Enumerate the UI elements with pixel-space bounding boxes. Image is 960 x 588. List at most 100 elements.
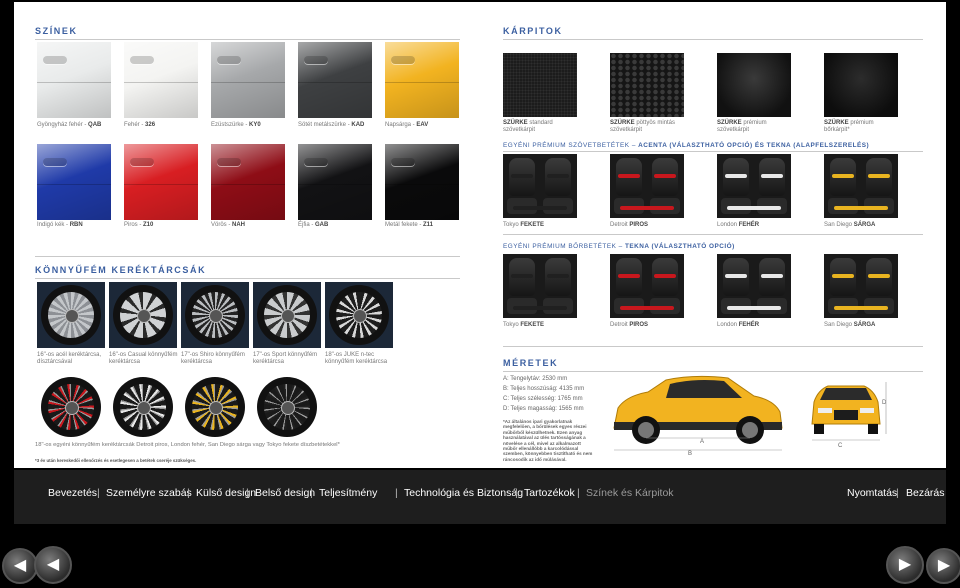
swatch-highlight bbox=[385, 42, 459, 118]
prev-page-arrow-icon[interactable]: ◀ bbox=[34, 546, 72, 584]
accent-city: Detroit bbox=[610, 222, 630, 228]
fabric-color: SZÜRKE bbox=[610, 120, 635, 126]
wheel-photo[interactable] bbox=[253, 282, 321, 348]
wheel-type: keréktárcsa bbox=[253, 359, 285, 365]
seat-accent bbox=[511, 174, 533, 178]
premium-leather-title-lead: EGYÉNI PRÉMIUM BŐRBETÉTEK – bbox=[503, 243, 625, 250]
door-handle-icon bbox=[217, 56, 241, 64]
fabric-label: SZÜRKE prémium bőrkárpit* bbox=[824, 120, 874, 134]
wheel-hub bbox=[137, 401, 151, 415]
paint-swatch[interactable] bbox=[211, 42, 285, 118]
wheel-photo[interactable] bbox=[325, 282, 393, 348]
paint-swatch[interactable] bbox=[37, 42, 111, 118]
accent-color: FEHÉR bbox=[738, 222, 760, 228]
paint-swatch[interactable] bbox=[124, 144, 198, 220]
swatch-door-line bbox=[385, 184, 459, 185]
door-handle-icon bbox=[304, 158, 328, 166]
nav-separator: | bbox=[395, 487, 398, 499]
swatch-door-line bbox=[298, 184, 372, 185]
nav-item[interactable]: Teljesítmény bbox=[319, 487, 377, 499]
seat-photo[interactable] bbox=[717, 154, 791, 218]
wheel-name: 17"-os Shiro könnyűfém bbox=[181, 352, 245, 358]
seat-accent bbox=[654, 274, 676, 278]
colors-title: SZÍNEK bbox=[35, 26, 78, 36]
paint-name: Fehér - bbox=[124, 122, 146, 128]
nav-item[interactable]: Bevezetés bbox=[48, 487, 97, 499]
paint-code: 326 bbox=[145, 122, 156, 128]
seat-photo[interactable] bbox=[610, 254, 684, 318]
paint-swatch[interactable] bbox=[385, 42, 459, 118]
dimension-row: C: Teljes szélesség: 1765 mm bbox=[503, 396, 583, 402]
seat-accent bbox=[725, 174, 747, 178]
accent-label: Detroit PIROS bbox=[610, 222, 648, 229]
wheel-label: 16"-os acél keréktárcsa, dísztárcsával bbox=[37, 352, 101, 366]
custom-wheel-photo[interactable] bbox=[253, 374, 321, 440]
close-link[interactable]: Bezárás bbox=[906, 487, 945, 499]
paint-swatch[interactable] bbox=[124, 42, 198, 118]
paint-swatch-label: Metál fekete - Z11 bbox=[385, 222, 433, 229]
seat-photo[interactable] bbox=[824, 254, 898, 318]
paint-swatch[interactable] bbox=[37, 144, 111, 220]
wheel-name: 16"-os acél keréktárcsa, bbox=[37, 352, 102, 358]
fabric-label: SZÜRKE standard szövetkárpit bbox=[503, 120, 553, 134]
door-handle-icon bbox=[217, 158, 241, 166]
paint-swatch-label: Vörös - NAH bbox=[211, 222, 245, 229]
fabric-color: SZÜRKE bbox=[503, 120, 528, 126]
nav-item[interactable]: Tartozékok bbox=[524, 487, 575, 499]
swatch-highlight bbox=[124, 42, 198, 118]
seat-photo[interactable] bbox=[717, 254, 791, 318]
swatch-door-line bbox=[37, 82, 111, 83]
fabric-sample[interactable] bbox=[824, 53, 898, 117]
paint-swatch[interactable] bbox=[385, 144, 459, 220]
paint-code: NAH bbox=[232, 222, 246, 228]
dimension-note: *Az általános ipari gyakorlatnak megfele… bbox=[503, 419, 593, 462]
wheel-hub bbox=[281, 401, 295, 415]
paint-swatch[interactable] bbox=[211, 144, 285, 220]
first-page-arrow-icon[interactable]: ◀ bbox=[2, 548, 38, 584]
fabric-kind: prémium bbox=[741, 120, 767, 126]
paint-swatch-label: Gyöngyház fehér - QAB bbox=[37, 122, 101, 129]
wheel-photo[interactable] bbox=[37, 282, 105, 348]
swatch-highlight bbox=[37, 42, 111, 118]
paint-code: EAV bbox=[416, 122, 429, 128]
swatch-highlight bbox=[385, 144, 459, 220]
custom-wheel-photo[interactable] bbox=[109, 374, 177, 440]
nav-item[interactable]: Technológia és Biztonság bbox=[404, 487, 523, 499]
accent-city: London bbox=[717, 322, 739, 328]
paint-swatch-label: Indigó kék - RBN bbox=[37, 222, 83, 229]
nav-item[interactable]: Személyre szabás bbox=[106, 487, 192, 499]
swatch-highlight bbox=[298, 144, 372, 220]
seat-accent bbox=[834, 206, 888, 210]
print-link[interactable]: Nyomtatás bbox=[847, 487, 897, 499]
paint-swatch[interactable] bbox=[298, 42, 372, 118]
custom-wheel-photo[interactable] bbox=[181, 374, 249, 440]
fabric-sample[interactable] bbox=[610, 53, 684, 117]
dimension-row: B: Teljes hosszúság: 4135 mm bbox=[503, 386, 584, 392]
seat-photo[interactable] bbox=[503, 254, 577, 318]
wheel-hub bbox=[353, 309, 367, 323]
nav-item[interactable]: Színek és Kárpitok bbox=[586, 487, 674, 499]
seat-accent bbox=[547, 274, 569, 278]
nav-item[interactable]: Belső design bbox=[255, 487, 315, 499]
last-page-arrow-icon[interactable]: ▶ bbox=[926, 548, 960, 584]
wheel-name: 16"-os Casual könnyűfém bbox=[109, 352, 178, 358]
paint-swatch[interactable] bbox=[298, 144, 372, 220]
seat-accent bbox=[761, 274, 783, 278]
wheel-photo[interactable] bbox=[109, 282, 177, 348]
accent-color: SÁRGA bbox=[853, 322, 876, 328]
seat-photo[interactable] bbox=[610, 154, 684, 218]
seat-photo[interactable] bbox=[824, 154, 898, 218]
custom-wheel-photo[interactable] bbox=[37, 374, 105, 440]
wheel-photo[interactable] bbox=[181, 282, 249, 348]
accent-city: Detroit bbox=[610, 322, 630, 328]
fabric-sample[interactable] bbox=[717, 53, 791, 117]
next-page-arrow-icon[interactable]: ▶ bbox=[886, 546, 924, 584]
wheel-type: dísztárcsával bbox=[37, 359, 73, 365]
dim-letter-c: C bbox=[838, 443, 843, 449]
seat-photo[interactable] bbox=[503, 154, 577, 218]
nav-separator: | bbox=[187, 487, 190, 499]
accent-city: San Diego bbox=[824, 322, 854, 328]
fabric-material: szövetkárpit bbox=[503, 127, 536, 133]
fabric-sample[interactable] bbox=[503, 53, 577, 117]
paint-swatch-label: Fehér - 326 bbox=[124, 122, 155, 129]
